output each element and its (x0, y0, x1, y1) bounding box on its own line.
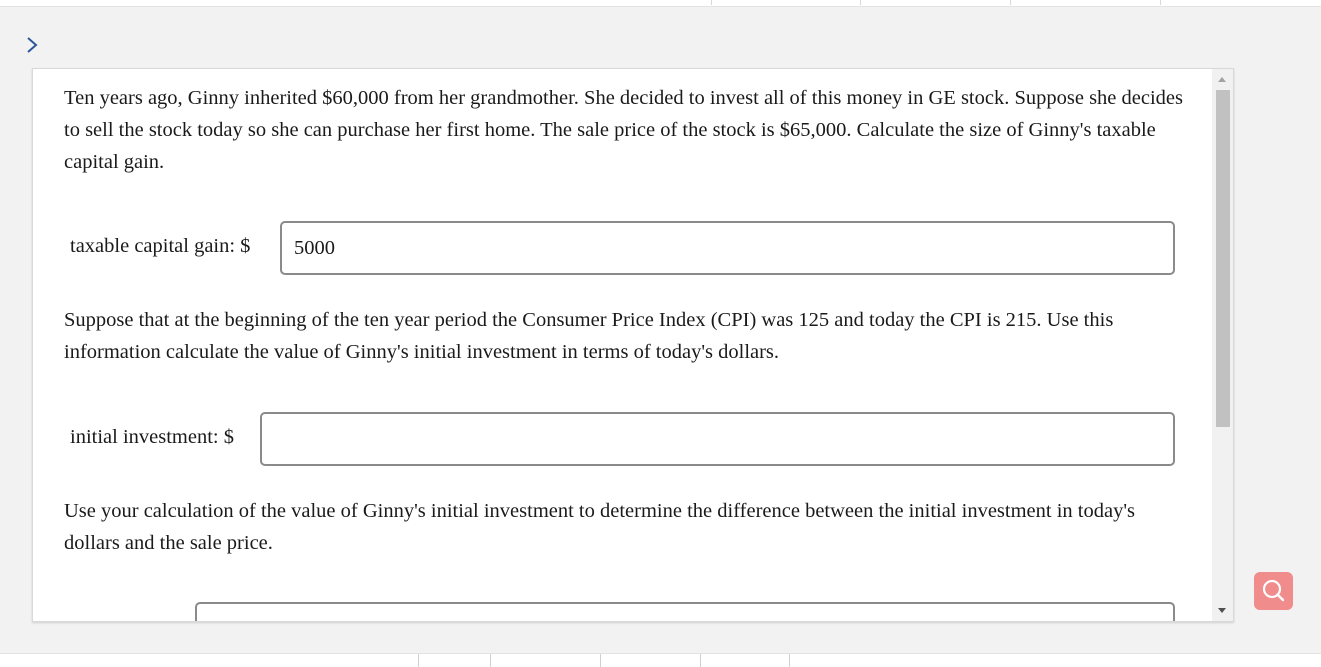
question-intro: Ten years ago, Ginny inherited $60,000 f… (64, 87, 1183, 173)
scroll-up-arrow-icon[interactable] (1218, 77, 1226, 82)
toolbar-divider (860, 0, 861, 5)
gain-label: taxable capital gain: $ (70, 235, 251, 257)
search-button[interactable] (1254, 572, 1293, 610)
search-icon (1262, 579, 1285, 602)
difference-input[interactable] (195, 602, 1175, 621)
toolbar-divider (1010, 0, 1011, 5)
initial-investment-input[interactable] (260, 412, 1175, 466)
top-toolbar (0, 0, 1321, 7)
question-content: Ten years ago, Ginny inherited $60,000 f… (33, 69, 1211, 621)
toolbar-divider (711, 0, 712, 5)
toolbar-divider (789, 654, 790, 667)
scroll-down-arrow-icon[interactable] (1218, 608, 1226, 613)
chevron-right-icon[interactable] (22, 34, 42, 56)
toolbar-divider (700, 654, 701, 667)
vertical-scrollbar[interactable] (1212, 69, 1233, 621)
initial-investment-label: initial investment: $ (70, 426, 234, 448)
toolbar-divider (1160, 0, 1161, 5)
cpi-question-text: Suppose that at the beginning of the ten… (64, 309, 1114, 363)
toolbar-divider (600, 654, 601, 667)
difference-question-text: Use your calculation of the value of Gin… (64, 500, 1135, 554)
question-panel: Ten years ago, Ginny inherited $60,000 f… (32, 68, 1234, 622)
toolbar-divider (418, 654, 419, 667)
taxable-gain-input[interactable] (280, 221, 1175, 275)
toolbar-divider (490, 654, 491, 667)
bottom-toolbar (0, 653, 1321, 667)
scrollbar-thumb[interactable] (1216, 90, 1230, 427)
